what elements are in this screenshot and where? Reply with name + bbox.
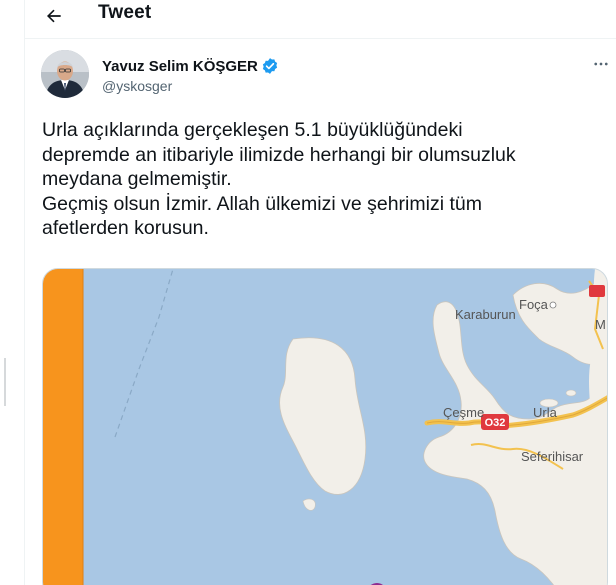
map-label-foca: Foça	[519, 297, 549, 312]
author-handle[interactable]: @yskosger	[102, 78, 172, 94]
tweet-article: Yavuz Selim KÖŞGER @yskosger Urla açıkla…	[25, 38, 616, 585]
map-label-highway: O32	[485, 417, 506, 429]
more-options-button[interactable]	[591, 54, 611, 74]
map-label-seferihisar: Seferihisar	[521, 449, 584, 464]
map-label-edge: M	[595, 317, 606, 332]
arrow-left-icon	[47, 9, 61, 23]
avatar[interactable]	[41, 50, 89, 98]
verified-badge-icon	[262, 58, 278, 74]
map-label-karaburun: Karaburun	[455, 307, 516, 322]
tweet-text-line: Geçmiş olsun İzmir. Allah ülkemizi ve şe…	[42, 192, 482, 215]
map-label-cesme: Çeşme	[443, 405, 484, 420]
map-image: O32 Karaburun Foça M Çeşme Urla Seferihi…	[43, 269, 607, 585]
author-display-name: Yavuz Selim KÖŞGER	[102, 57, 258, 75]
tweet-media-map[interactable]: O32 Karaburun Foça M Çeşme Urla Seferihi…	[42, 268, 608, 585]
left-gutter	[0, 0, 24, 585]
gutter-divider	[4, 358, 6, 406]
main-column: Tweet Yavuz Selim KÖŞGER @yskosger Urla …	[24, 0, 616, 585]
back-button[interactable]	[39, 2, 69, 30]
tweet-text-line: Urla açıklarında gerçekleşen 5.1 büyüklü…	[42, 119, 463, 141]
tweet-text: Urla açıklarında gerçekleşen 5.1 büyüklü…	[42, 118, 602, 241]
map-left-border	[43, 269, 83, 585]
tweet-text-line: meydana gelmemiştir.	[42, 168, 232, 190]
avatar-image	[41, 50, 89, 98]
page-title: Tweet	[98, 2, 152, 23]
top-bar: Tweet	[25, 0, 616, 38]
tweet-text-line: afetlerden korusun.	[42, 217, 209, 239]
author-name[interactable]: Yavuz Selim KÖŞGER	[102, 57, 279, 75]
map-label-urla: Urla	[533, 405, 558, 420]
tweet-text-line: depremde an itibariyle ilimizde herhangi…	[42, 143, 516, 166]
more-dots-icon	[594, 62, 608, 66]
